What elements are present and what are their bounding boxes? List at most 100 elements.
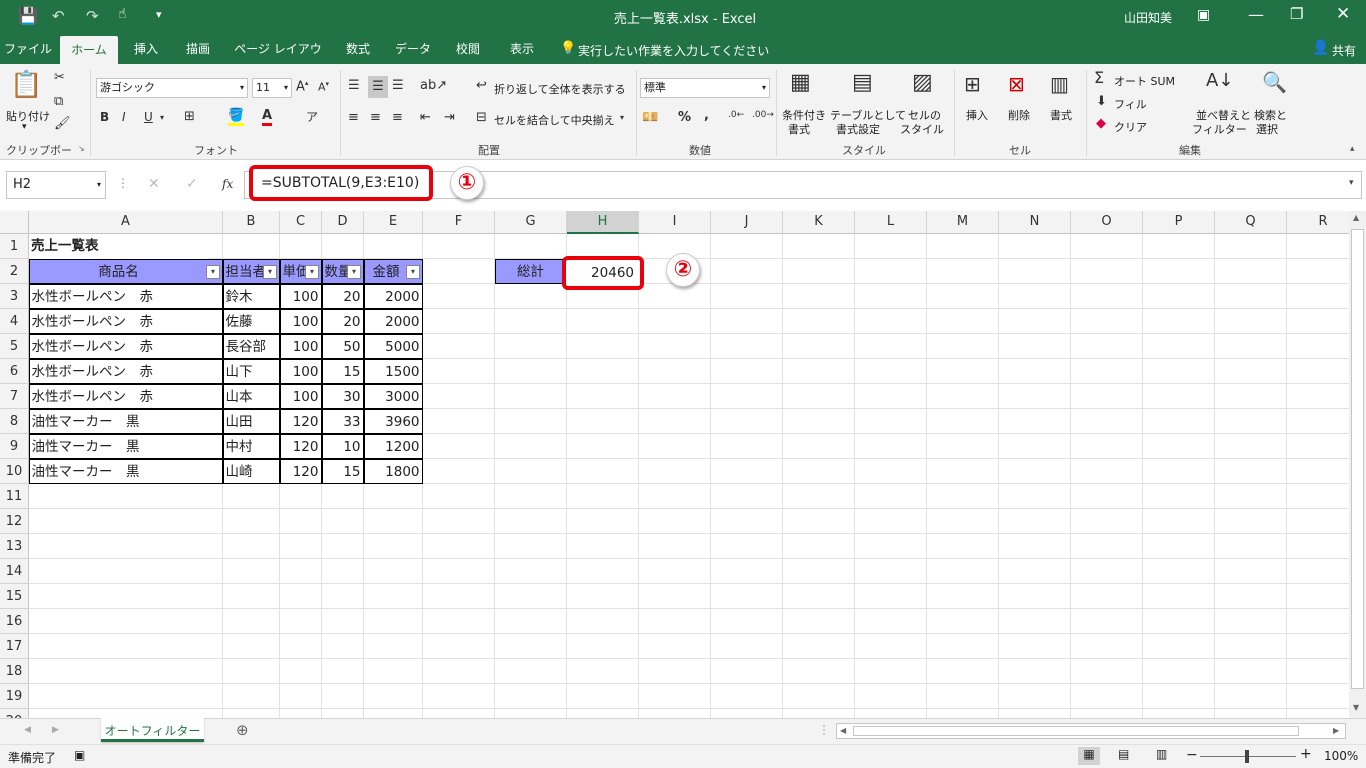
align-left-icon[interactable]: ≡ [348,110,359,125]
format-cells-icon[interactable]: ▥ [1050,72,1069,96]
table-cell[interactable]: 2000 [363,283,423,309]
column-header-i[interactable]: I [639,211,711,234]
table-cell[interactable]: 100 [279,333,322,359]
filter-dropdown-icon[interactable]: ▾ [206,265,220,279]
horizontal-scroll-thumb[interactable] [853,726,1299,736]
row-header-5[interactable]: 5 [0,334,29,359]
column-header-d[interactable]: D [322,211,364,234]
decrease-decimal-icon[interactable]: .00→ [752,110,774,120]
next-sheet-icon[interactable]: ▶ [52,725,59,735]
table-cell[interactable]: 山下 [222,358,280,384]
table-cell[interactable]: 水性ボールペン 赤 [28,333,223,359]
confirm-entry-icon[interactable]: ✓ [186,176,198,192]
table-cell[interactable]: 1500 [363,358,423,384]
user-name[interactable]: 山田知美 [1124,9,1172,26]
row-header-19[interactable]: 19 [0,684,29,709]
row-header-14[interactable]: 14 [0,559,29,584]
cell-styles-icon[interactable]: ▨ [912,70,933,95]
tab-review[interactable]: 校閲 [446,34,490,64]
conditional-formatting-label-2[interactable]: 書式 [788,121,810,137]
tab-page-layout[interactable]: ページ レイアウト [230,34,326,86]
horizontal-scrollbar[interactable]: ◀ ▶ [836,723,1346,739]
tab-view[interactable]: 表示 [500,34,544,64]
align-bottom-icon[interactable]: ☰ [392,78,404,93]
fill-color-icon[interactable]: 🪣 [228,108,245,126]
table-cell[interactable]: 1200 [363,433,423,459]
total-label-cell[interactable]: 総計 [494,258,567,284]
row-header-8[interactable]: 8 [0,409,29,434]
format-painter-icon[interactable]: 🖌 [54,116,71,131]
table-cell[interactable]: 山本 [222,383,280,409]
row-header-4[interactable]: 4 [0,309,29,334]
comma-style-button[interactable]: , [704,108,709,123]
macro-record-icon[interactable]: ▣ [74,748,85,762]
column-header-e[interactable]: E [364,211,423,234]
table-cell[interactable]: 30 [321,383,364,409]
find-select-icon[interactable]: 🔍 [1262,70,1287,94]
tab-draw[interactable]: 描画 [176,34,220,64]
table-cell[interactable]: 120 [279,408,322,434]
font-size-select[interactable]: 11 ▾ [252,78,292,98]
normal-view-icon[interactable]: ▦ [1078,747,1100,765]
zoom-level[interactable]: 100% [1324,749,1358,763]
italic-button[interactable]: I [122,110,126,124]
column-header-q[interactable]: Q [1215,211,1287,234]
table-cell[interactable]: 100 [279,283,322,309]
page-break-view-icon[interactable]: ▥ [1156,747,1167,761]
autosum-button[interactable]: オート SUM [1114,73,1175,89]
scroll-up-icon[interactable]: ▲ [1353,213,1359,222]
table-cell[interactable]: 120 [279,433,322,459]
cut-icon[interactable]: ✂ [54,70,65,85]
share-icon[interactable]: 👤 [1312,40,1329,56]
table-cell[interactable]: 5000 [363,333,423,359]
zoom-slider-thumb[interactable] [1245,750,1249,763]
format-as-table-icon[interactable]: ▤ [852,70,873,95]
row-header-10[interactable]: 10 [0,459,29,484]
row-header-20[interactable]: 20 [0,709,29,718]
fill-button[interactable]: フィル [1114,96,1147,112]
tab-file[interactable]: ファイル [0,34,56,64]
clear-icon[interactable]: ◆ [1096,116,1106,131]
row-header-2[interactable]: 2 [0,259,29,284]
scroll-left-icon[interactable]: ◀ [840,726,846,735]
restore-icon[interactable]: ❐ [1290,5,1303,23]
paste-button[interactable]: 貼り付け [6,108,50,124]
table-cell[interactable]: 15 [321,358,364,384]
accounting-format-icon[interactable]: 💴 [642,110,658,125]
touch-mode-icon[interactable]: ☝ [118,6,127,22]
column-header-p[interactable]: P [1143,211,1215,234]
table-cell[interactable]: 水性ボールペン 赤 [28,308,223,334]
zoom-out-icon[interactable]: − [1186,747,1198,763]
orientation-icon[interactable]: ab↗ [420,78,447,93]
row-header-9[interactable]: 9 [0,434,29,459]
column-header-k[interactable]: K [783,211,855,234]
row-header-15[interactable]: 15 [0,584,29,609]
zoom-in-icon[interactable]: + [1300,746,1312,762]
row-header-1[interactable]: 1 [0,234,29,259]
phonetic-icon[interactable]: ア [306,108,318,125]
save-icon[interactable]: 💾 [18,6,38,25]
table-cell[interactable]: 長谷部 [222,333,280,359]
column-header-o[interactable]: O [1071,211,1143,234]
table-cell[interactable]: 中村 [222,433,280,459]
add-sheet-icon[interactable]: ⊕ [236,721,249,739]
table-cell[interactable]: 10 [321,433,364,459]
total-value[interactable]: 20460 [591,265,634,281]
insert-cells-button[interactable]: 挿入 [966,107,988,123]
decrease-indent-icon[interactable]: ⇤ [420,110,431,125]
share-button[interactable]: 共有 [1332,42,1356,59]
table-cell[interactable]: 水性ボールペン 赤 [28,358,223,384]
sort-filter-label-2[interactable]: フィルター [1192,121,1247,137]
number-format-select[interactable]: 標準 ▾ [640,78,770,98]
conditional-formatting-icon[interactable]: ▦ [790,70,811,95]
table-cell[interactable]: 2000 [363,308,423,334]
find-select-label-2[interactable]: 選択 [1256,121,1278,137]
cell-styles-label-2[interactable]: スタイル [900,121,944,137]
formula-text[interactable]: =SUBTOTAL(9,E3:E10) [261,175,419,191]
table-cell[interactable]: 20 [321,283,364,309]
table-cell[interactable]: 油性マーカー 黒 [28,408,223,434]
ribbon-display-icon[interactable]: ▣ [1197,7,1210,23]
filter-dropdown-icon[interactable]: ▾ [305,265,319,279]
tell-me-box[interactable]: 実行したい作業を入力してください [578,42,769,59]
table-cell[interactable]: 15 [321,458,364,484]
